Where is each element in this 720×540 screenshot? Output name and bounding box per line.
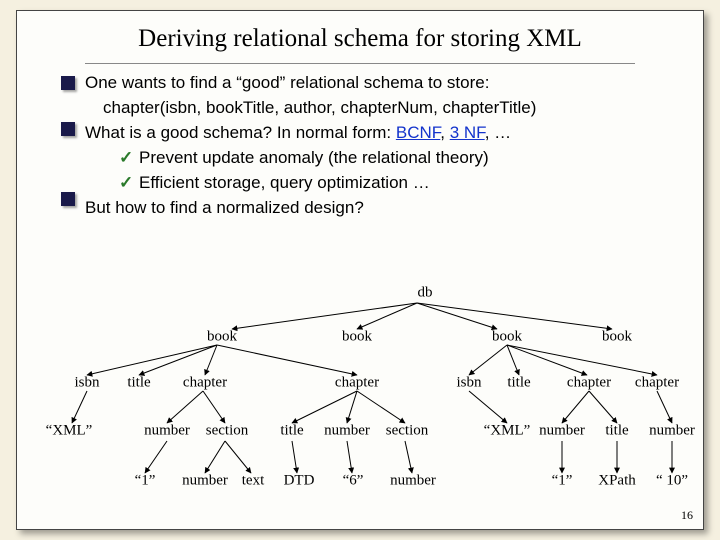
node-title: title: [280, 423, 303, 440]
text-run: Efficient storage, query optimization …: [139, 173, 430, 192]
check-icon: ✓: [119, 172, 139, 195]
node-xml: “XML”: [46, 423, 93, 440]
node-six: “6”: [343, 473, 364, 490]
node-one: “1”: [135, 473, 156, 490]
node-title: title: [127, 375, 150, 392]
bullet-line: What is a good schema? In normal form: B…: [85, 122, 685, 145]
text-run: Prevent update anomaly (the relational t…: [139, 148, 489, 167]
node-book: book: [492, 329, 522, 346]
node-number: number: [182, 473, 228, 490]
node-db: db: [418, 285, 433, 302]
node-number: number: [390, 473, 436, 490]
link-bcnf[interactable]: BCNF: [396, 123, 440, 142]
node-chapter: chapter: [335, 375, 379, 392]
node-text: text: [242, 473, 265, 490]
check-icon: ✓: [119, 147, 139, 170]
tree-diagram: db book book book book isbn title chapte…: [17, 297, 703, 529]
node-one: “1”: [552, 473, 573, 490]
node-xml: “XML”: [484, 423, 531, 440]
title-divider: [85, 63, 635, 64]
bullet-icon: [61, 192, 75, 206]
node-ten: “ 10”: [656, 473, 688, 490]
text-run: ,: [440, 123, 449, 142]
node-number: number: [144, 423, 190, 440]
node-number: number: [324, 423, 370, 440]
bullet-sub: ✓Prevent update anomaly (the relational …: [85, 147, 685, 170]
node-book: book: [207, 329, 237, 346]
text-run: What is a good schema? In normal form:: [85, 123, 396, 142]
node-book: book: [342, 329, 372, 346]
node-isbn: isbn: [74, 375, 99, 392]
bullet-line: One wants to find a “good” relational sc…: [85, 72, 685, 95]
node-section: section: [386, 423, 429, 440]
node-number: number: [649, 423, 695, 440]
node-title: title: [507, 375, 530, 392]
node-chapter: chapter: [635, 375, 679, 392]
bullet-sub: ✓Efficient storage, query optimization …: [85, 172, 685, 195]
slide-frame: Deriving relational schema for storing X…: [16, 10, 704, 530]
bullet-icon: [61, 76, 75, 90]
node-xpath: XPath: [598, 473, 636, 490]
node-number: number: [539, 423, 585, 440]
node-chapter: chapter: [183, 375, 227, 392]
page-number: 16: [681, 508, 693, 523]
bullet-line: But how to find a normalized design?: [85, 197, 685, 220]
link-3nf[interactable]: 3 NF: [450, 123, 485, 142]
bullet-line: chapter(isbn, bookTitle, author, chapter…: [85, 97, 685, 120]
node-isbn: isbn: [456, 375, 481, 392]
slide-title: Deriving relational schema for storing X…: [17, 11, 703, 59]
bullet-body: One wants to find a “good” relational sc…: [17, 72, 703, 220]
bullet-icon: [61, 122, 75, 136]
node-dtd: DTD: [284, 473, 315, 490]
node-section: section: [206, 423, 249, 440]
node-title: title: [605, 423, 628, 440]
text-run: , …: [485, 123, 511, 142]
node-book: book: [602, 329, 632, 346]
node-chapter: chapter: [567, 375, 611, 392]
